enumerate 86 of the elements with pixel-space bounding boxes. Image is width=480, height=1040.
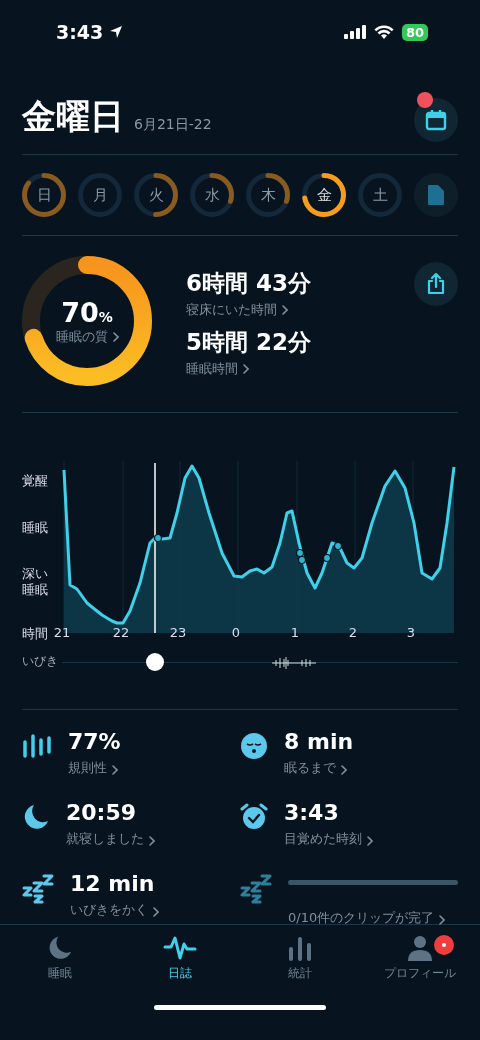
stat-link[interactable]: 目覚めた時刻 xyxy=(284,830,458,848)
document-button[interactable] xyxy=(414,173,458,217)
chevron-icon xyxy=(282,305,288,315)
calendar-button[interactable] xyxy=(414,98,458,142)
chevron-icon xyxy=(153,907,159,917)
day-tab[interactable]: 水 xyxy=(190,173,234,217)
day-tab[interactable]: 火 xyxy=(134,173,178,217)
day-progress-ring xyxy=(246,173,290,217)
date-range: 6月21日-22 xyxy=(134,116,213,134)
stat-value: 12 min xyxy=(70,870,156,898)
duration-link[interactable]: 睡眠時間 xyxy=(186,360,249,378)
sleeping-face-icon xyxy=(240,732,268,760)
bar-chart-icon xyxy=(287,935,313,961)
share-button[interactable] xyxy=(414,262,458,306)
duration-link[interactable]: 寝床にいた時間 xyxy=(186,301,288,319)
signal-icon xyxy=(343,25,366,39)
wifi-icon xyxy=(373,25,394,39)
snore-marker xyxy=(297,555,307,565)
y-axis-label: 深い睡眠 xyxy=(22,566,49,599)
stat-link[interactable]: 就寝しました xyxy=(66,830,240,848)
day-progress-ring xyxy=(302,173,346,217)
tab-bar-item[interactable]: 日誌 xyxy=(120,925,240,997)
x-axis-label: 1 xyxy=(290,625,300,640)
snore-label: いびき xyxy=(22,653,58,670)
day-progress-ring xyxy=(22,173,66,217)
day-tab[interactable]: 土 xyxy=(358,173,402,217)
x-axis-label: 21 xyxy=(53,625,71,640)
share-icon xyxy=(426,273,446,295)
day-tab[interactable]: 金 xyxy=(302,173,346,217)
chevron-icon xyxy=(149,836,155,846)
stat-link[interactable]: 規則性 xyxy=(68,759,240,777)
x-axis-label: 23 xyxy=(169,625,187,640)
snore-marker xyxy=(153,533,163,543)
chevron-icon xyxy=(341,765,347,775)
day-tab[interactable]: 月 xyxy=(78,173,122,217)
day-progress-ring xyxy=(78,173,122,217)
stat-value: 3:43 xyxy=(284,799,340,827)
chevron-icon xyxy=(367,836,373,846)
x-axis-label: 2 xyxy=(348,625,358,640)
day-tab[interactable]: 木 xyxy=(246,173,290,217)
clock-time: 3:43 xyxy=(56,21,104,43)
moon-icon xyxy=(47,935,73,961)
person-icon xyxy=(407,935,433,961)
moon-icon xyxy=(22,803,50,831)
day-title: 金曜日 xyxy=(22,95,124,138)
snore-icon xyxy=(22,874,54,904)
duration-value: 5時間 22分 xyxy=(186,328,313,357)
chevron-icon xyxy=(112,765,118,775)
chevron-icon xyxy=(112,331,119,342)
day-tab[interactable]: 日 xyxy=(22,173,66,217)
document-icon xyxy=(427,184,445,206)
stat-value: 77% xyxy=(68,728,122,756)
quality-score: 70% xyxy=(61,296,113,328)
bars-icon xyxy=(22,732,52,760)
x-axis-label: 3 xyxy=(406,625,416,640)
playback-thumb[interactable] xyxy=(146,653,165,671)
stat-link[interactable]: いびきをかく xyxy=(70,901,240,919)
y-axis-label: 覚醒 xyxy=(22,472,48,490)
snore-marker xyxy=(333,541,343,551)
day-progress-ring xyxy=(358,173,402,217)
tab-bar-item[interactable]: プロフィール xyxy=(360,925,480,997)
snore-icon xyxy=(240,874,272,904)
x-axis-label: 22 xyxy=(112,625,130,640)
chevron-icon xyxy=(439,915,446,925)
x-axis-title: 時間 xyxy=(22,625,48,643)
day-progress-ring xyxy=(190,173,234,217)
x-axis-label: 0 xyxy=(231,625,241,640)
stat-link[interactable]: 眠るまで xyxy=(284,759,458,777)
alarm-clock-icon xyxy=(240,803,268,831)
location-arrow-icon xyxy=(109,25,124,39)
day-progress-ring xyxy=(134,173,178,217)
chevron-icon xyxy=(243,364,249,374)
stat-value: 8 min xyxy=(284,728,355,756)
y-axis-label: 睡眠 xyxy=(22,519,48,537)
snore-waveform xyxy=(272,656,316,670)
battery-level: 80 xyxy=(401,23,428,41)
stat-value: 20:59 xyxy=(66,799,138,827)
tab-bar-item[interactable]: 睡眠 xyxy=(0,925,120,997)
wave-icon xyxy=(163,935,197,961)
tab-bar-item[interactable]: 統計 xyxy=(240,925,360,997)
quality-link[interactable]: 睡眠の質 xyxy=(55,327,119,346)
stat-link[interactable]: 0/10件のクリップが完了 xyxy=(288,909,458,927)
calendar-icon xyxy=(425,109,447,131)
snore-marker xyxy=(322,553,332,563)
duration-value: 6時間 43分 xyxy=(186,269,313,298)
snore-marker xyxy=(295,548,305,558)
